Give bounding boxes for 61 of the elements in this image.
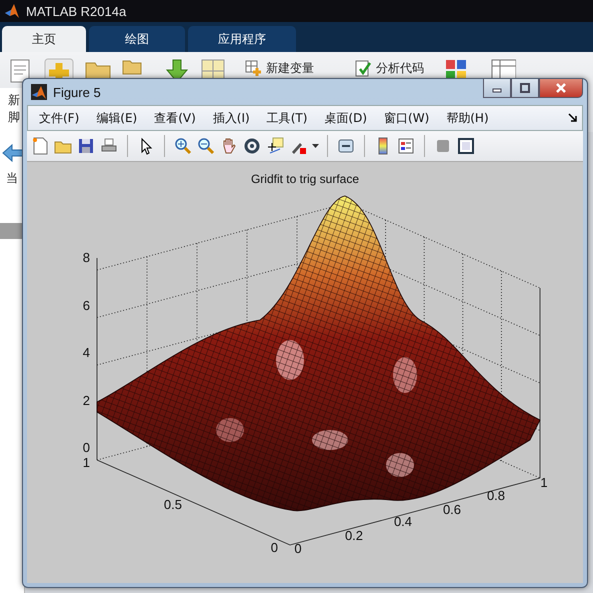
axis-tick-label: 1 bbox=[82, 455, 90, 470]
axis-tick-label: 0.4 bbox=[394, 514, 412, 529]
dock-arrow-icon bbox=[568, 113, 578, 123]
menu-item[interactable]: 工具(T) bbox=[262, 110, 312, 126]
axis-tick-label: 0.6 bbox=[442, 502, 462, 517]
close-icon bbox=[555, 83, 567, 93]
axis-tick-label: 0.5 bbox=[164, 497, 182, 512]
ribbon-label: 新 bbox=[8, 92, 21, 109]
data-cursor-button[interactable] bbox=[265, 136, 285, 156]
square-icon bbox=[434, 137, 452, 155]
axis-tick-label: 6 bbox=[82, 298, 90, 313]
plot-window-icon bbox=[457, 137, 475, 155]
data-cursor-icon bbox=[266, 137, 284, 155]
window-title: Figure 5 bbox=[53, 84, 101, 100]
variable-grid-icon bbox=[244, 59, 262, 77]
panel-label: 当 bbox=[5, 170, 19, 187]
folder-icon bbox=[122, 58, 142, 76]
selected-row bbox=[0, 223, 24, 239]
axis-tick-label: 0 bbox=[294, 541, 302, 556]
menu-item[interactable]: 桌面(D) bbox=[319, 110, 372, 126]
axis-tick-label: 2 bbox=[82, 393, 90, 408]
ribbon-label: 脚 bbox=[8, 109, 21, 126]
axis-tick-label: 0.8 bbox=[486, 488, 506, 503]
axis-tick-label: 0.2 bbox=[344, 528, 364, 543]
plot-title: Gridfit to trig surface bbox=[250, 172, 360, 186]
axis-tick-label: 4 bbox=[82, 345, 90, 360]
menu-item[interactable]: 查看(V) bbox=[149, 110, 201, 126]
check-document-icon bbox=[354, 59, 372, 77]
close-button[interactable] bbox=[539, 79, 583, 98]
maximize-icon bbox=[520, 83, 530, 93]
menu-item[interactable]: 编辑(E) bbox=[91, 110, 142, 126]
new-file-icon bbox=[31, 137, 49, 155]
menu-item[interactable]: 插入(I) bbox=[208, 110, 255, 126]
axis-tick-label: 0 bbox=[270, 540, 278, 555]
new-file-button[interactable] bbox=[30, 136, 50, 156]
menu-item[interactable]: 窗口(W) bbox=[379, 110, 434, 126]
matlab-logo-icon bbox=[4, 3, 20, 19]
zoom-in-button[interactable] bbox=[173, 136, 193, 156]
ribbon-tab[interactable]: 主页 bbox=[2, 26, 86, 52]
window-title: MATLAB R2014a bbox=[26, 4, 126, 18]
menu-item[interactable]: 帮助(H) bbox=[441, 110, 494, 126]
back-arrow-icon bbox=[2, 144, 24, 162]
zoom-out-button[interactable] bbox=[196, 136, 216, 156]
caret-icon bbox=[312, 144, 318, 148]
matlab-logo-icon bbox=[31, 84, 47, 100]
save-icon bbox=[77, 137, 95, 155]
axis-tick-label: 1 bbox=[540, 475, 548, 490]
minimize-button[interactable] bbox=[483, 79, 511, 98]
save-button[interactable] bbox=[76, 136, 96, 156]
legend-icon bbox=[397, 137, 415, 155]
menu-item[interactable]: 文件(F) bbox=[34, 110, 84, 126]
ribbon-tab[interactable]: 绘图 bbox=[89, 26, 185, 52]
zoom-out-icon bbox=[197, 137, 215, 155]
axis-tick-label: 8 bbox=[82, 250, 90, 265]
ribbon-tab[interactable]: 应用程序 bbox=[188, 26, 296, 52]
maximize-button[interactable] bbox=[511, 79, 539, 98]
zoom-in-icon bbox=[174, 137, 192, 155]
legend-button[interactable] bbox=[396, 136, 416, 156]
axis-tick-label: 0 bbox=[82, 440, 90, 455]
plot-window-button[interactable] bbox=[456, 136, 476, 156]
ribbon-button[interactable]: 分析代码 bbox=[354, 58, 424, 78]
